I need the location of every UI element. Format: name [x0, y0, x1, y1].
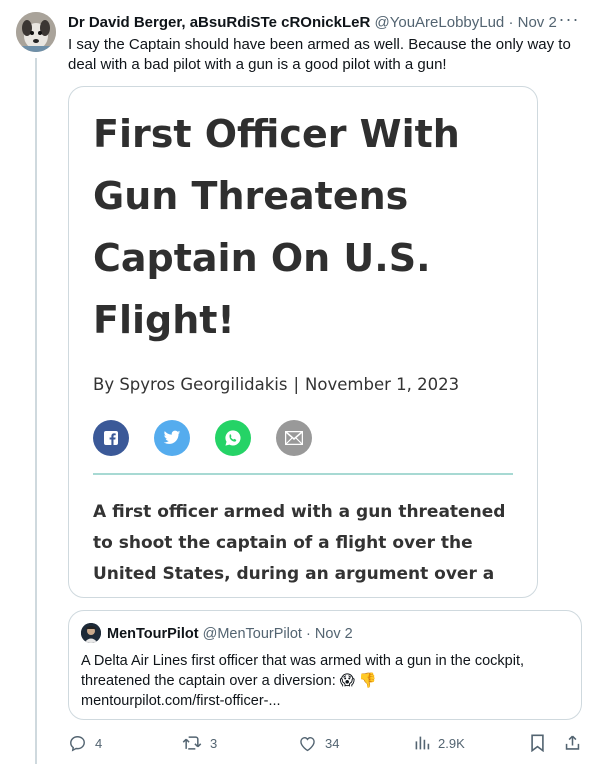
separator-dot: · — [305, 626, 311, 642]
thread-line — [35, 58, 37, 764]
quoted-link[interactable]: mentourpilot.com/first-officer-... — [81, 691, 571, 711]
quoted-tweet-text: A Delta Air Lines first officer that was… — [81, 651, 571, 711]
retweet-icon — [182, 736, 202, 750]
like-button[interactable]: 34 — [298, 732, 339, 754]
user-handle[interactable]: @YouAreLobbyLud — [375, 14, 505, 31]
views-button[interactable]: 2.9K — [414, 732, 465, 754]
avatar[interactable] — [16, 12, 56, 52]
article-card[interactable]: First Officer With Gun Threatens Captain… — [68, 86, 538, 598]
tweet-text: I say the Captain should have been armed… — [68, 36, 571, 73]
display-name[interactable]: Dr David Berger, aBsuRdiSTe cROnickLeR — [68, 14, 370, 31]
article-title: First Officer With Gun Threatens Captain… — [93, 112, 460, 342]
reply-button[interactable]: 4 — [68, 732, 102, 754]
quoted-display-name[interactable]: MenTourPilot — [107, 626, 199, 642]
quoted-tweet[interactable]: MenTourPilot @MenTourPilot · Nov 2 A Del… — [68, 610, 582, 720]
quoted-user-handle[interactable]: @MenTourPilot — [203, 626, 302, 642]
bookmark-icon — [531, 734, 544, 752]
bookmark-button[interactable] — [530, 732, 545, 754]
tweet-date[interactable]: Nov 2 — [518, 14, 557, 31]
article-byline: By Spyros Georgilidakis | November 1, 2023 — [93, 375, 459, 394]
article-date: November 1, 2023 — [305, 375, 460, 394]
pilot-avatar-icon — [81, 623, 101, 643]
reply-icon — [70, 735, 85, 752]
dog-avatar-icon — [16, 12, 56, 52]
more-options-icon[interactable]: ··· — [558, 10, 580, 34]
share-icon — [565, 735, 580, 750]
share-button[interactable] — [564, 732, 581, 754]
whatsapp-icon[interactable] — [215, 420, 251, 456]
like-count: 34 — [325, 735, 340, 751]
retweet-count: 3 — [210, 735, 218, 751]
retweet-button[interactable]: 3 — [182, 732, 217, 754]
twitter-icon[interactable] — [154, 420, 190, 456]
views-chart-icon — [415, 736, 430, 750]
quoted-avatar[interactable] — [81, 623, 101, 643]
quoted-text-body: A Delta Air Lines first officer that was… — [81, 653, 525, 689]
article-author: By Spyros Georgilidakis — [93, 375, 288, 394]
article-lede: A first officer armed with a gun threate… — [93, 502, 506, 597]
separator-dot: · — [508, 14, 514, 31]
tweet-header: Dr David Berger, aBsuRdiSTe cROnickLeR @… — [68, 13, 568, 33]
action-bar: 4 3 34 2.9K — [68, 732, 588, 754]
quoted-tweet-date[interactable]: Nov 2 — [315, 626, 353, 642]
heart-icon — [300, 736, 315, 751]
views-count: 2.9K — [438, 735, 465, 751]
card-divider — [93, 473, 513, 475]
facebook-icon[interactable] — [93, 420, 129, 456]
quoted-tweet-header: MenTourPilot @MenTourPilot · Nov 2 — [107, 625, 353, 643]
reply-count: 4 — [95, 735, 103, 751]
byline-separator: | — [293, 375, 300, 394]
email-icon[interactable] — [276, 420, 312, 456]
